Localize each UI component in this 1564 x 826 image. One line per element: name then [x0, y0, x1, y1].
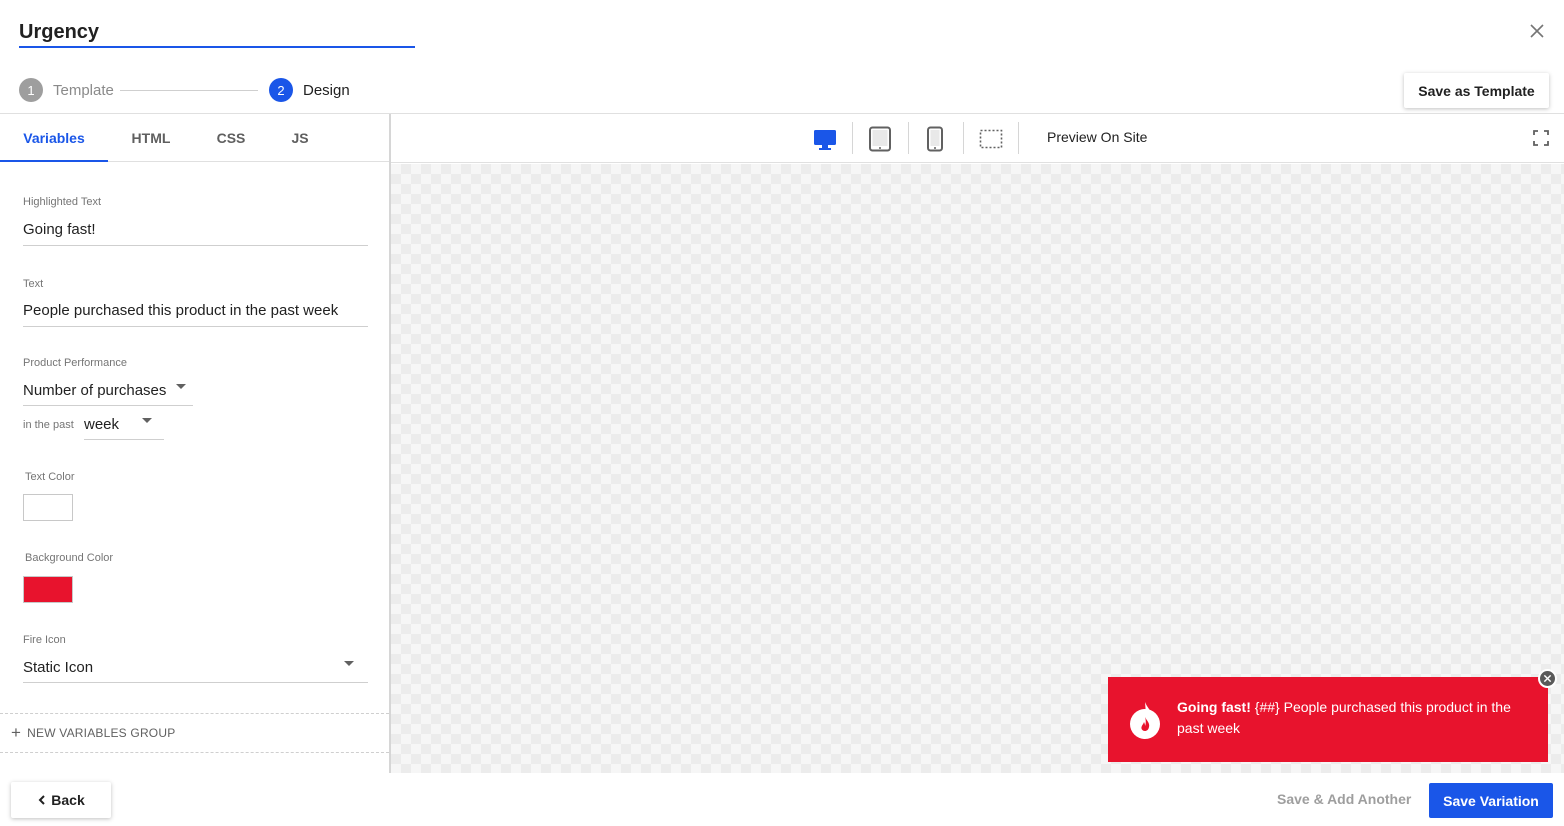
stepper-connector [120, 90, 258, 91]
text-color-swatch[interactable] [23, 494, 73, 521]
preview-toolbar: Preview On Site [391, 114, 1564, 163]
preview-on-site-link[interactable]: Preview On Site [1047, 129, 1147, 145]
fire-icon-label: Fire Icon [23, 634, 66, 646]
title-input[interactable] [19, 18, 415, 46]
new-variables-group-button[interactable]: + NEW VARIABLES GROUP [11, 724, 175, 742]
text-input[interactable]: People purchased this product in the pas… [23, 299, 368, 327]
save-variation-button[interactable]: Save Variation [1429, 783, 1553, 818]
save-as-template-button[interactable]: Save as Template [1404, 73, 1549, 108]
background-color-swatch[interactable] [23, 576, 73, 603]
close-icon[interactable] [1526, 20, 1548, 42]
back-label: Back [51, 792, 85, 808]
tab-html[interactable]: HTML [108, 114, 194, 162]
period-select[interactable]: week [84, 412, 164, 440]
product-performance-select[interactable]: Number of purchases [23, 378, 193, 406]
tab-variables[interactable]: Variables [0, 114, 108, 162]
chevron-left-icon [38, 795, 45, 805]
back-button[interactable]: Back [11, 782, 111, 818]
group-divider [0, 713, 389, 714]
tab-css[interactable]: CSS [194, 114, 268, 162]
period-value: week [84, 416, 120, 433]
fire-icon [1130, 702, 1160, 739]
editor-panel: Variables HTML CSS JS Highlighted Text G… [0, 114, 391, 773]
notification-text: Going fast! {##} People purchased this p… [1177, 697, 1532, 739]
stepper-step-2: 2 Design [269, 78, 350, 102]
step-2-label[interactable]: Design [303, 82, 350, 99]
campaign-editor: 1 Template 2 Design Save as Template Var… [0, 0, 1564, 826]
background-color-label: Background Color [25, 552, 114, 564]
step-1-number[interactable]: 1 [19, 78, 43, 102]
toolbar-divider [963, 122, 964, 154]
fullscreen-icon[interactable] [1533, 130, 1549, 146]
editor-tabs: Variables HTML CSS JS [0, 114, 389, 162]
step-2-number[interactable]: 2 [269, 78, 293, 102]
step-1-label[interactable]: Template [53, 82, 114, 99]
text-label: Text [23, 278, 44, 290]
desktop-icon[interactable] [812, 126, 838, 152]
chevron-down-icon [142, 418, 152, 423]
title-field[interactable] [19, 18, 415, 48]
tab-js[interactable]: JS [268, 114, 332, 162]
fire-icon-select[interactable]: Static Icon [23, 655, 368, 683]
notification-placeholder: {##} [1254, 699, 1280, 715]
chevron-down-icon [344, 661, 354, 666]
toolbar-divider [852, 122, 853, 154]
product-performance-label: Product Performance [23, 357, 127, 369]
toolbar-divider [1018, 122, 1019, 154]
urgency-notification: Going fast! {##} People purchased this p… [1108, 677, 1548, 762]
new-variables-group-label: NEW VARIABLES GROUP [27, 726, 176, 740]
plus-icon: + [11, 723, 22, 742]
custom-size-icon[interactable] [978, 126, 1004, 152]
group-divider [0, 752, 389, 753]
mobile-icon[interactable] [922, 126, 948, 152]
notification-highlight: Going fast! [1177, 699, 1251, 715]
highlighted-text-input[interactable]: Going fast! [23, 218, 368, 246]
toolbar-divider [908, 122, 909, 154]
tablet-icon[interactable] [867, 126, 893, 152]
in-the-past-label: in the past [23, 419, 74, 431]
notification-close-icon[interactable] [1538, 669, 1557, 688]
highlighted-text-label: Highlighted Text [23, 196, 102, 208]
fire-icon-value: Static Icon [23, 659, 94, 676]
text-color-label: Text Color [25, 471, 75, 483]
chevron-down-icon [176, 384, 186, 389]
product-performance-value: Number of purchases [23, 382, 167, 399]
stepper: 1 Template [19, 78, 114, 102]
save-and-add-another-button[interactable]: Save & Add Another [1277, 791, 1411, 807]
